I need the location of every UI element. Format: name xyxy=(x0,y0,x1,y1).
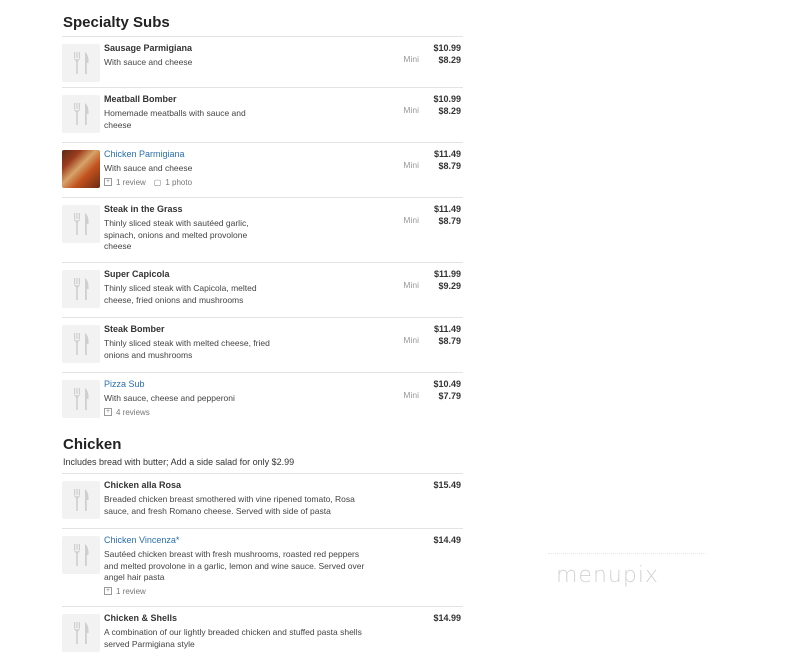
item-name-link[interactable]: Pizza Sub xyxy=(104,378,359,390)
review-icon: + xyxy=(104,408,112,416)
menu-item[interactable]: Meatball Bomber Homemade meatballs with … xyxy=(62,87,463,142)
item-description: Thinly sliced steak with sautéed garlic,… xyxy=(104,218,249,251)
item-price: $11.99 xyxy=(433,269,461,279)
section-title-specialty-subs: Specialty Subs xyxy=(63,14,170,31)
review-icon: + xyxy=(104,178,112,186)
item-name: Steak in the Grass xyxy=(104,204,183,214)
utensils-icon xyxy=(62,270,100,308)
item-price: $11.49 xyxy=(433,204,461,214)
item-name: Super Capicola xyxy=(104,269,170,279)
item-description: Breaded chicken breast smothered with vi… xyxy=(104,494,355,516)
menu-item[interactable]: Chicken Vincenza* Sautéed chicken breast… xyxy=(62,528,463,606)
item-mini-price: $8.79 xyxy=(438,216,461,226)
camera-icon: ▢ xyxy=(153,177,162,187)
item-description: With sauce, cheese and pepperoni xyxy=(104,393,235,403)
section-note: Includes bread with butter; Add a side s… xyxy=(63,457,295,467)
item-price: $10.99 xyxy=(433,94,461,104)
item-description: Sautéed chicken breast with fresh mushro… xyxy=(104,549,365,582)
review-count[interactable]: 4 reviews xyxy=(116,408,150,417)
review-icon: + xyxy=(104,587,112,595)
item-name: Meatball Bomber xyxy=(104,94,177,104)
item-name-link[interactable]: Chicken Parmigiana xyxy=(104,148,359,160)
menu-item[interactable]: Chicken & Shells A combination of our li… xyxy=(62,606,463,661)
item-name-link[interactable]: Chicken Vincenza* xyxy=(104,534,374,546)
item-mini-price: $8.79 xyxy=(438,161,461,171)
item-description: Thinly sliced steak with melted cheese, … xyxy=(104,338,270,360)
item-price: $11.49 xyxy=(433,324,461,334)
mini-label: Mini xyxy=(403,215,419,225)
item-description: Thinly sliced steak with Capicola, melte… xyxy=(104,283,257,305)
review-count[interactable]: 1 review xyxy=(116,178,146,187)
item-mini-price: $8.29 xyxy=(438,106,461,116)
utensils-icon xyxy=(62,481,100,519)
section-header-chicken: Chicken Includes bread with butter; Add … xyxy=(63,436,294,467)
menu-item[interactable]: Chicken Parmigiana With sauce and cheese… xyxy=(62,142,463,197)
food-photo[interactable] xyxy=(62,150,100,188)
item-name: Chicken alla Rosa xyxy=(104,480,182,490)
item-price: $14.99 xyxy=(433,613,461,623)
menu-item[interactable]: Steak in the Grass Thinly sliced steak w… xyxy=(62,197,463,262)
item-name: Chicken & Shells xyxy=(104,613,178,623)
item-mini-price: $8.79 xyxy=(438,336,461,346)
item-description: With sauce and cheese xyxy=(104,163,193,173)
item-price: $10.49 xyxy=(433,379,461,389)
item-price: $15.49 xyxy=(433,480,461,490)
menupix-watermark: menupix xyxy=(556,563,659,588)
item-price: $10.99 xyxy=(433,43,461,53)
mini-label: Mini xyxy=(403,105,419,115)
mini-label: Mini xyxy=(403,335,419,345)
item-price: $14.49 xyxy=(433,535,461,545)
menu-item[interactable]: Chicken alla Rosa Breaded chicken breast… xyxy=(62,473,463,528)
mini-label: Mini xyxy=(403,390,419,400)
menu-item[interactable]: Super Capicola Thinly sliced steak with … xyxy=(62,262,463,317)
item-description: Homemade meatballs with sauce and cheese xyxy=(104,108,246,130)
photo-count[interactable]: 1 photo xyxy=(165,178,192,187)
utensils-icon xyxy=(62,536,100,574)
menu-item[interactable]: Pizza Sub With sauce, cheese and peppero… xyxy=(62,372,463,423)
utensils-icon xyxy=(62,614,100,652)
utensils-icon xyxy=(62,325,100,363)
watermark-divider xyxy=(548,553,706,554)
item-mini-price: $7.79 xyxy=(438,391,461,401)
item-price: $11.49 xyxy=(433,149,461,159)
utensils-icon xyxy=(62,44,100,82)
item-description: With sauce and cheese xyxy=(104,57,193,67)
section-title-chicken: Chicken xyxy=(63,436,122,453)
mini-label: Mini xyxy=(403,54,419,64)
item-description: A combination of our lightly breaded chi… xyxy=(104,627,362,649)
mini-label: Mini xyxy=(403,160,419,170)
utensils-icon xyxy=(62,380,100,418)
utensils-icon xyxy=(62,205,100,243)
review-count[interactable]: 1 review xyxy=(116,587,146,596)
utensils-icon xyxy=(62,95,100,133)
menu-item[interactable]: Sausage Parmigiana With sauce and cheese… xyxy=(62,36,463,87)
menu-item[interactable]: Steak Bomber Thinly sliced steak with me… xyxy=(62,317,463,372)
item-mini-price: $8.29 xyxy=(438,55,461,65)
item-name: Steak Bomber xyxy=(104,324,165,334)
mini-label: Mini xyxy=(403,280,419,290)
item-mini-price: $9.29 xyxy=(438,281,461,291)
item-name: Sausage Parmigiana xyxy=(104,43,193,53)
